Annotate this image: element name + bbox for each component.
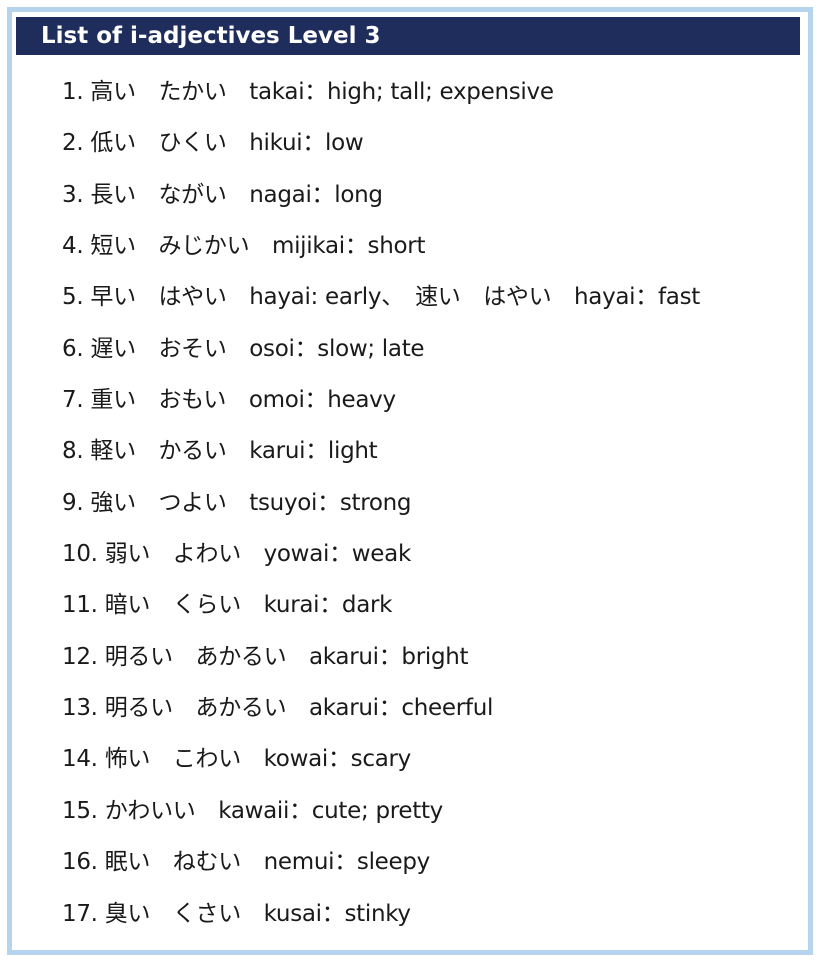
- item-number: 6.: [62, 335, 84, 362]
- item-number: 11.: [62, 592, 98, 619]
- item-number: 10.: [62, 541, 98, 568]
- item-number: 15.: [62, 797, 98, 824]
- item-text: 重い おもい omoi：heavy: [90, 387, 396, 414]
- item-text: 短い みじかい mijikai：short: [90, 233, 426, 260]
- list-item: 1. 高い たかい takai：high; tall; expensive: [62, 67, 808, 118]
- item-number: 5.: [62, 284, 84, 311]
- list-item: 8. 軽い かるい karui：light: [62, 426, 808, 477]
- list-item: 2. 低い ひくい hikui：low: [62, 118, 808, 169]
- list-item: 11. 暗い くらい kurai：dark: [62, 580, 808, 631]
- item-number: 3.: [62, 181, 84, 208]
- list-item: 9. 強い つよい tsuyoi：strong: [62, 478, 808, 529]
- list-item: 10. 弱い よわい yowai：weak: [62, 529, 808, 580]
- item-text: 低い ひくい hikui：low: [90, 130, 364, 157]
- item-text: 長い ながい nagai：long: [90, 181, 383, 208]
- list-item: 14. 怖い こわい kowai：scary: [62, 734, 808, 785]
- item-text: 怖い こわい kowai：scary: [104, 746, 412, 773]
- item-number: 7.: [62, 387, 84, 414]
- list-item: 6. 遅い おそい osoi：slow; late: [62, 324, 808, 375]
- card-header: List of i-adjectives Level 3: [16, 17, 800, 55]
- item-text: 高い たかい takai：high; tall; expensive: [90, 79, 554, 105]
- list-item: 12. 明るい あかるい akarui：bright: [62, 632, 808, 683]
- item-text: 軽い かるい karui：light: [90, 438, 378, 465]
- item-text: 明るい あかるい akarui：bright: [104, 643, 469, 670]
- item-number: 13.: [62, 695, 98, 722]
- item-number: 12.: [62, 643, 98, 670]
- item-number: 16.: [62, 849, 98, 876]
- list-item: 4. 短い みじかい mijikai：short: [62, 221, 808, 272]
- item-text: 強い つよい tsuyoi：strong: [90, 489, 412, 516]
- item-number: 14.: [62, 746, 98, 773]
- card-title: List of i-adjectives Level 3: [41, 23, 381, 49]
- list-item: 13. 明るい あかるい akarui：cheerful: [62, 683, 808, 734]
- list-item: 15. かわいい kawaii：cute; pretty: [62, 786, 808, 837]
- adjective-list: 1. 高い たかい takai：high; tall; expensive 2.…: [62, 67, 808, 940]
- item-text: 明るい あかるい akarui：cheerful: [104, 695, 494, 722]
- list-item: 17. 臭い くさい kusai：stinky: [62, 889, 808, 940]
- list-item: 3. 長い ながい nagai：long: [62, 170, 808, 221]
- item-text: 弱い よわい yowai：weak: [104, 541, 412, 568]
- list-item: 16. 眠い ねむい nemui：sleepy: [62, 837, 808, 888]
- list-item: 5. 早い はやい hayai: early、 速い はやい hayai：fas…: [62, 272, 808, 323]
- item-number: 8.: [62, 438, 84, 465]
- item-text: かわいい kawaii：cute; pretty: [104, 797, 444, 824]
- item-number: 17.: [62, 900, 98, 927]
- item-text: 遅い おそい osoi：slow; late: [90, 335, 425, 362]
- item-text: 眠い ねむい nemui：sleepy: [104, 849, 431, 876]
- vocabulary-card: List of i-adjectives Level 3 1. 高い たかい t…: [7, 7, 813, 955]
- item-number: 9.: [62, 489, 84, 516]
- item-number: 4.: [62, 233, 84, 260]
- item-text: 暗い くらい kurai：dark: [104, 592, 393, 619]
- item-text: 臭い くさい kusai：stinky: [104, 900, 411, 927]
- item-number: 2.: [62, 130, 84, 157]
- item-number: 1.: [62, 79, 84, 105]
- list-item: 7. 重い おもい omoi：heavy: [62, 375, 808, 426]
- item-text: 早い はやい hayai: early、 速い はやい hayai：fast: [90, 284, 700, 311]
